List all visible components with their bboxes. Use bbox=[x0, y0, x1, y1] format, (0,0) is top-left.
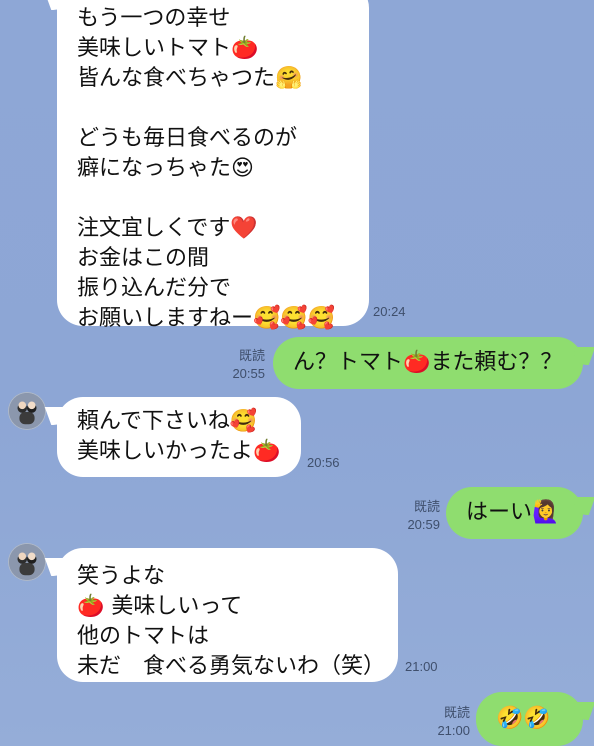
message-time-4: 20:59 bbox=[407, 517, 440, 532]
read-receipt-2: 既読 bbox=[238, 348, 265, 363]
message-time-6: 21:00 bbox=[437, 723, 470, 738]
message-bubble-incoming-5[interactable]: 笑うよな 🍅 美味しいって 他のトマトは 未だ 食べる勇気ないわ（笑） bbox=[57, 548, 398, 682]
chat-background: もう一つの幸せ 美味しいトマト🍅 皆んな食べちゃつた🤗 どうも毎日食べるのが 癖… bbox=[0, 0, 594, 746]
message-time-2: 20:55 bbox=[232, 366, 265, 381]
read-receipt-4: 既読 bbox=[413, 499, 440, 514]
contact-avatar-2[interactable] bbox=[8, 543, 46, 581]
avatar-image-icon-2 bbox=[9, 544, 45, 580]
message-bubble-outgoing-2[interactable]: ん？トマト🍅また頼む？？ bbox=[273, 337, 583, 389]
message-time-1: 20:24 bbox=[373, 304, 406, 319]
message-time-5: 21:00 bbox=[405, 659, 438, 674]
message-time-3: 20:56 bbox=[307, 455, 340, 470]
read-receipt-6: 既読 bbox=[443, 705, 470, 720]
message-bubble-incoming-1[interactable]: もう一つの幸せ 美味しいトマト🍅 皆んな食べちゃつた🤗 どうも毎日食べるのが 癖… bbox=[57, 0, 369, 331]
message-bubble-outgoing-6[interactable]: 🤣🤣 bbox=[476, 692, 583, 746]
message-bubble-outgoing-4[interactable]: はーい🙋‍♀️ bbox=[446, 487, 583, 539]
message-bubble-incoming-3[interactable]: 頼んで下さいね🥰 美味しいかったよ🍅 bbox=[57, 397, 301, 477]
contact-avatar[interactable] bbox=[8, 392, 46, 430]
avatar-image-icon bbox=[9, 393, 45, 429]
